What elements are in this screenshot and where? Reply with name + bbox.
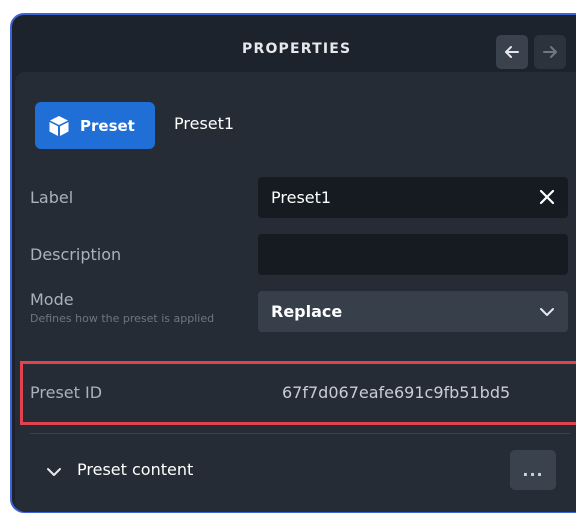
section-divider [30, 433, 570, 434]
label-input[interactable]: Preset1 [258, 177, 568, 218]
panel-title: PROPERTIES [242, 41, 352, 57]
chevron-down-icon [540, 308, 554, 316]
chevron-down-icon[interactable] [45, 463, 63, 481]
description-field-label: Description [30, 245, 122, 264]
mode-select-value: Replace [271, 302, 343, 321]
back-button[interactable] [496, 35, 528, 69]
section-title[interactable]: Preset content [77, 460, 193, 479]
clear-icon[interactable] [536, 185, 558, 209]
forward-button[interactable] [534, 35, 566, 69]
node-type-badge: Preset [35, 102, 155, 149]
label-field-label: Label [30, 188, 74, 207]
mode-select[interactable]: Replace [258, 291, 568, 332]
node-name: Preset1 [174, 114, 235, 133]
preset-id-value: 67f7d067eafe691c9fb51bd5 [282, 383, 511, 402]
more-options-button[interactable]: ... [510, 450, 556, 490]
cube-icon [49, 115, 69, 136]
more-icon: ... [522, 460, 544, 480]
mode-field-label: Mode [30, 290, 74, 309]
arrow-right-icon [543, 46, 557, 58]
label-input-value: Preset1 [271, 188, 332, 207]
node-type-label: Preset [80, 116, 135, 135]
preset-id-label: Preset ID [30, 383, 103, 402]
arrow-left-icon [505, 46, 519, 58]
mode-hint: Defines how the preset is applied [30, 312, 215, 325]
description-input[interactable] [258, 234, 568, 275]
